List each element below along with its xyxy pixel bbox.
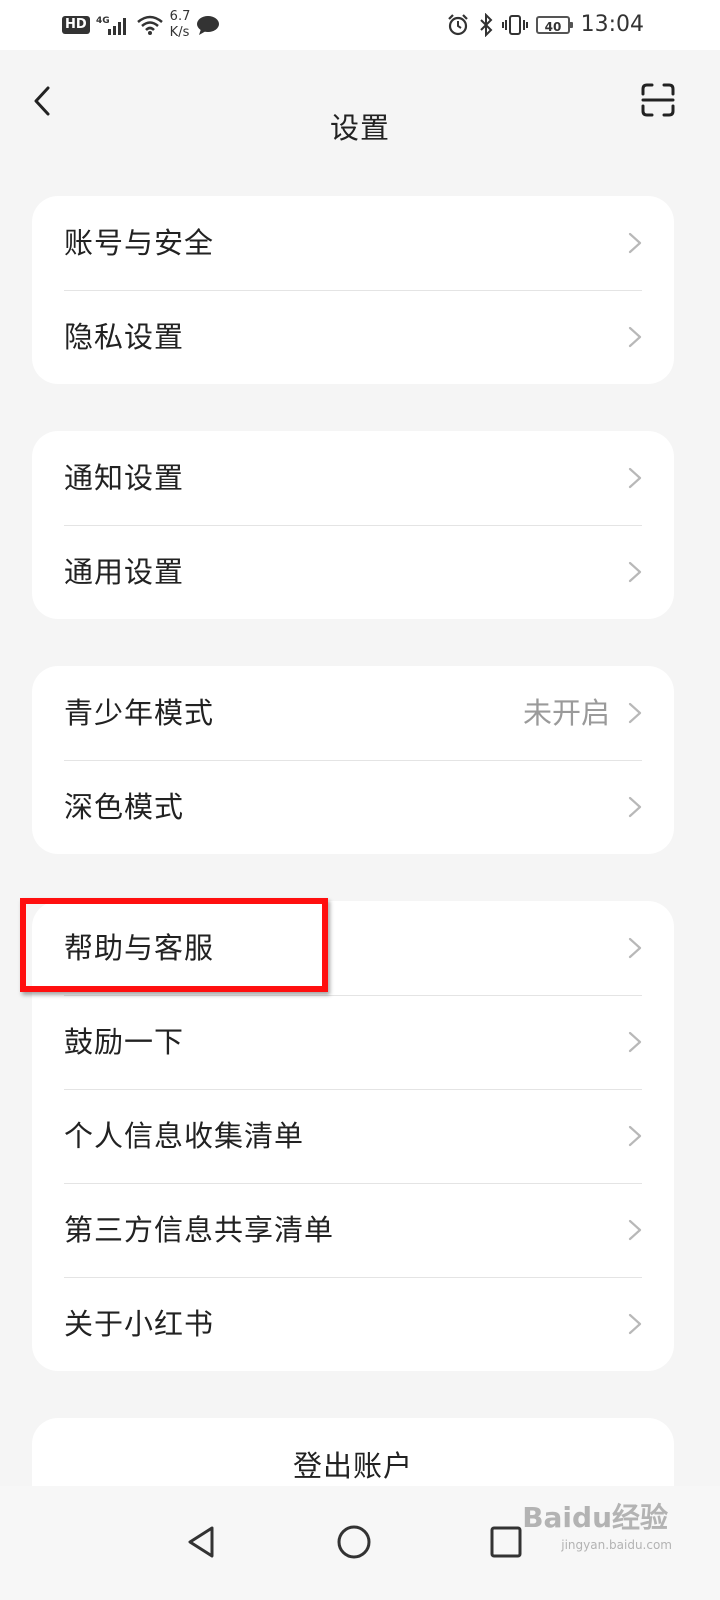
hd-badge: HD — [62, 16, 90, 34]
chevron-right-icon — [628, 1313, 642, 1335]
scan-icon — [641, 83, 675, 117]
settings-item-general[interactable]: 通用设置 — [32, 525, 674, 619]
chevron-right-icon — [628, 1219, 642, 1241]
triangle-back-icon — [188, 1526, 214, 1558]
network-speed: 6.7 K/s — [170, 9, 191, 41]
settings-item-about[interactable]: 关于小红书 — [32, 1277, 674, 1371]
settings-item-label: 通知设置 — [64, 461, 185, 495]
settings-item-label: 账号与安全 — [64, 226, 215, 260]
header: 设置 — [0, 50, 720, 150]
alarm-icon — [446, 13, 470, 37]
settings-item-encourage[interactable]: 鼓励一下 — [32, 995, 674, 1089]
status-bar: HD 4G 6.7 K/s 40 13:04 — [0, 0, 720, 50]
settings-item-label: 通用设置 — [64, 555, 185, 589]
settings-item-label: 隐私设置 — [64, 320, 185, 354]
settings-item-label: 关于小红书 — [64, 1307, 215, 1341]
highlight-box — [20, 898, 328, 992]
settings-group-account: 账号与安全 隐私设置 — [32, 196, 674, 384]
chevron-right-icon — [628, 232, 642, 254]
settings-item-account-security[interactable]: 账号与安全 — [32, 196, 674, 290]
speed-value: 6.7 — [169, 9, 191, 24]
chevron-right-icon — [628, 326, 642, 348]
settings-item-notifications[interactable]: 通知设置 — [32, 431, 674, 525]
settings-item-label: 深色模式 — [64, 790, 185, 824]
chevron-right-icon — [628, 702, 642, 724]
settings-item-label: 第三方信息共享清单 — [64, 1213, 335, 1247]
settings-item-third-party-list[interactable]: 第三方信息共享清单 — [32, 1183, 674, 1277]
settings-item-personal-info-list[interactable]: 个人信息收集清单 — [32, 1089, 674, 1183]
nav-back-button[interactable] — [182, 1522, 222, 1562]
status-left-icons: HD 4G 6.7 K/s — [62, 8, 220, 42]
nav-recents-button[interactable] — [486, 1522, 526, 1562]
chevron-right-icon — [628, 561, 642, 583]
watermark-url: jingyan.baidu.com — [561, 1538, 672, 1552]
circle-home-icon — [337, 1525, 371, 1559]
message-icon — [196, 14, 220, 36]
signal-icon: 4G — [96, 14, 130, 36]
speed-unit: K/s — [169, 25, 190, 40]
chevron-right-icon — [628, 796, 642, 818]
bluetooth-icon — [478, 13, 494, 37]
settings-group-modes: 青少年模式 未开启 深色模式 — [32, 666, 674, 854]
settings-item-dark-mode[interactable]: 深色模式 — [32, 760, 674, 854]
chevron-right-icon — [628, 1031, 642, 1053]
nav-home-button[interactable] — [334, 1522, 374, 1562]
settings-item-teen-mode[interactable]: 青少年模式 未开启 — [32, 666, 674, 760]
settings-item-label: 个人信息收集清单 — [64, 1119, 305, 1153]
square-recents-icon — [490, 1526, 522, 1558]
wifi-icon — [136, 14, 164, 36]
chevron-right-icon — [628, 467, 642, 489]
battery-icon: 40 — [536, 16, 573, 34]
settings-item-label: 鼓励一下 — [64, 1025, 185, 1059]
settings-group-general: 通知设置 通用设置 — [32, 431, 674, 619]
settings-item-privacy[interactable]: 隐私设置 — [32, 290, 674, 384]
chevron-right-icon — [628, 1125, 642, 1147]
scan-button[interactable] — [640, 82, 676, 118]
status-right-icons: 40 — [446, 8, 573, 42]
svg-text:4G: 4G — [96, 16, 110, 26]
page-title: 设置 — [329, 111, 390, 145]
watermark-logo: Baidu经验 — [522, 1501, 668, 1534]
chevron-right-icon — [628, 937, 642, 959]
settings-item-label: 青少年模式 — [64, 696, 215, 730]
vibrate-icon — [502, 13, 528, 37]
clock: 13:04 — [580, 12, 644, 37]
teen-mode-status: 未开启 — [522, 696, 610, 730]
